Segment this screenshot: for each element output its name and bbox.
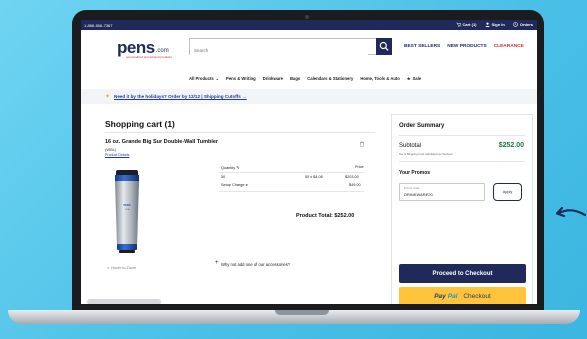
- laptop-base: [8, 310, 580, 324]
- setup-charge-price: $49.00: [349, 183, 361, 187]
- setup-charge-text: Setup Charge: [221, 183, 245, 187]
- category-nav: All Products ⌄ Pens & Writing Drinkware B…: [189, 76, 421, 81]
- trash-icon[interactable]: [359, 141, 365, 147]
- subtotal-label: Subtotal: [399, 143, 422, 149]
- utility-bar: 1-866-506-7367 Cart (1) Sign In Orders: [81, 20, 537, 30]
- cat-sale-label: Sale: [412, 76, 422, 81]
- divider: [219, 191, 364, 192]
- cat-drinkware[interactable]: Drinkware: [263, 76, 283, 81]
- info-icon[interactable]: ●: [246, 183, 248, 187]
- promo-banner: ✦ Need it by the holidays? Order by 12/1…: [81, 89, 537, 104]
- cat-bags[interactable]: Bags: [290, 76, 300, 81]
- setup-charge-label: Setup Charge ●: [221, 183, 248, 187]
- plus-icon: +: [215, 260, 219, 266]
- cart-icon: [456, 22, 461, 27]
- divider: [219, 172, 364, 173]
- promo-code-label: Promo Code: [404, 186, 420, 190]
- paypal-logo-pal: Pal: [447, 293, 458, 300]
- product-sku: (WBL): [105, 147, 117, 152]
- star-icon: ★: [406, 76, 411, 81]
- search-icon: [379, 41, 389, 51]
- cat-sale[interactable]: ★ Sale: [407, 76, 421, 81]
- nav-best-sellers[interactable]: BEST SELLERS: [404, 44, 440, 49]
- status-bar: [87, 299, 161, 304]
- cat-all-products-label: All Products: [189, 76, 214, 81]
- sparkle-icon: ✦: [105, 94, 111, 100]
- tax-note: Tax & Shipping Cost calculated at checko…: [399, 152, 453, 156]
- paypal-checkout-label: Checkout: [463, 293, 491, 300]
- phone-number[interactable]: 1-866-506-7367: [84, 23, 112, 28]
- webcam: [305, 15, 309, 19]
- search-input[interactable]: [190, 44, 368, 57]
- promo-code-value: DRINKWARE20: [404, 192, 433, 197]
- chevron-down-icon: ⌄: [215, 76, 220, 81]
- promos-title: Your Promos: [399, 170, 431, 176]
- promo-code-field[interactable]: Promo Code DRINKWARE20: [399, 183, 485, 201]
- header-nav: BEST SELLERS NEW PRODUCTS CLEARANCE: [404, 44, 524, 49]
- browser-viewport: 1-866-506-7367 Cart (1) Sign In Orders p…: [81, 20, 537, 304]
- quantity-value: 50: [221, 175, 226, 179]
- quantity-header-label: Quantity: [221, 166, 236, 170]
- cat-pens-writing[interactable]: Pens & Writing: [226, 76, 256, 81]
- nav-new-products[interactable]: NEW PRODUCTS: [447, 44, 486, 49]
- cart-label: Cart (1): [462, 22, 477, 27]
- product-name[interactable]: 16 oz. Grande Big Sur Double-Wall Tumble…: [105, 139, 218, 145]
- site-logo[interactable]: pens .com personalized promotional produ…: [117, 36, 172, 59]
- divider: [105, 132, 375, 133]
- shipping-cutoffs-link[interactable]: Need it by the holidays? Order by 12/12 …: [114, 94, 247, 99]
- user-icon: [485, 22, 490, 27]
- logo-wordmark: pens: [117, 38, 155, 57]
- pencil-icon[interactable]: ✎: [236, 166, 239, 170]
- price-header: Price: [355, 165, 364, 169]
- orders-label: Orders: [519, 22, 533, 27]
- logo-tagline: personalized promotional products: [126, 55, 172, 59]
- svg-text:.COM: .COM: [125, 209, 130, 211]
- arrow-icon: [555, 206, 587, 218]
- paypal-logo-pay: Pay: [434, 293, 446, 300]
- subtotal-value: $252.00: [498, 142, 524, 149]
- hover-to-zoom: ⌕ Hover to Zoom: [107, 266, 136, 270]
- zoom-label: Hover to Zoom: [111, 266, 137, 270]
- orders-link[interactable]: Orders: [513, 22, 533, 27]
- accessories-link[interactable]: Why not add one of our accessories?: [221, 262, 290, 267]
- product-total: Product Total: $252.00: [296, 213, 354, 219]
- laptop-notch: [275, 310, 329, 315]
- cat-all-products[interactable]: All Products ⌄: [189, 76, 219, 81]
- unit-calculation: 50 x $4.06: [305, 175, 323, 179]
- nav-clearance[interactable]: CLEARANCE: [494, 44, 524, 49]
- orders-icon: [513, 22, 518, 27]
- cat-calendars[interactable]: Calendars & Stationery: [307, 76, 353, 81]
- quantity-header: Quantity ✎: [221, 165, 239, 170]
- product-total-label: Product Total:: [296, 213, 333, 219]
- divider: [399, 135, 525, 136]
- signin-label: Sign In: [491, 22, 505, 27]
- cart-link[interactable]: Cart (1): [456, 22, 477, 27]
- cart-title: Shopping cart (1): [105, 119, 175, 129]
- search-button[interactable]: [376, 38, 392, 55]
- cat-home-tools[interactable]: Home, Tools & Auto: [360, 76, 400, 81]
- logo-domain: .com: [155, 48, 169, 54]
- svg-text:PENS: PENS: [123, 203, 130, 207]
- line-price: $203.00: [345, 175, 359, 179]
- apply-button[interactable]: Apply: [493, 183, 522, 201]
- divider: [399, 161, 525, 162]
- promo-banner-text: Need it by the holidays? Order by 12/12 …: [114, 94, 241, 99]
- product-details-link[interactable]: Product Details: [105, 153, 129, 157]
- order-summary-title: Order Summary: [399, 123, 445, 129]
- paypal-checkout-button[interactable]: Pay Pal Checkout: [399, 287, 526, 304]
- zoom-icon: ⌕: [107, 266, 110, 270]
- signin-link[interactable]: Sign In: [485, 22, 505, 27]
- proceed-to-checkout-button[interactable]: Proceed to Checkout: [399, 264, 526, 283]
- order-summary-panel: Order Summary Subtotal $252.00 Tax & Shi…: [391, 114, 533, 304]
- search-box: [189, 38, 376, 57]
- product-total-value: $252.00: [334, 213, 355, 219]
- product-image[interactable]: PENS .COM: [107, 168, 147, 258]
